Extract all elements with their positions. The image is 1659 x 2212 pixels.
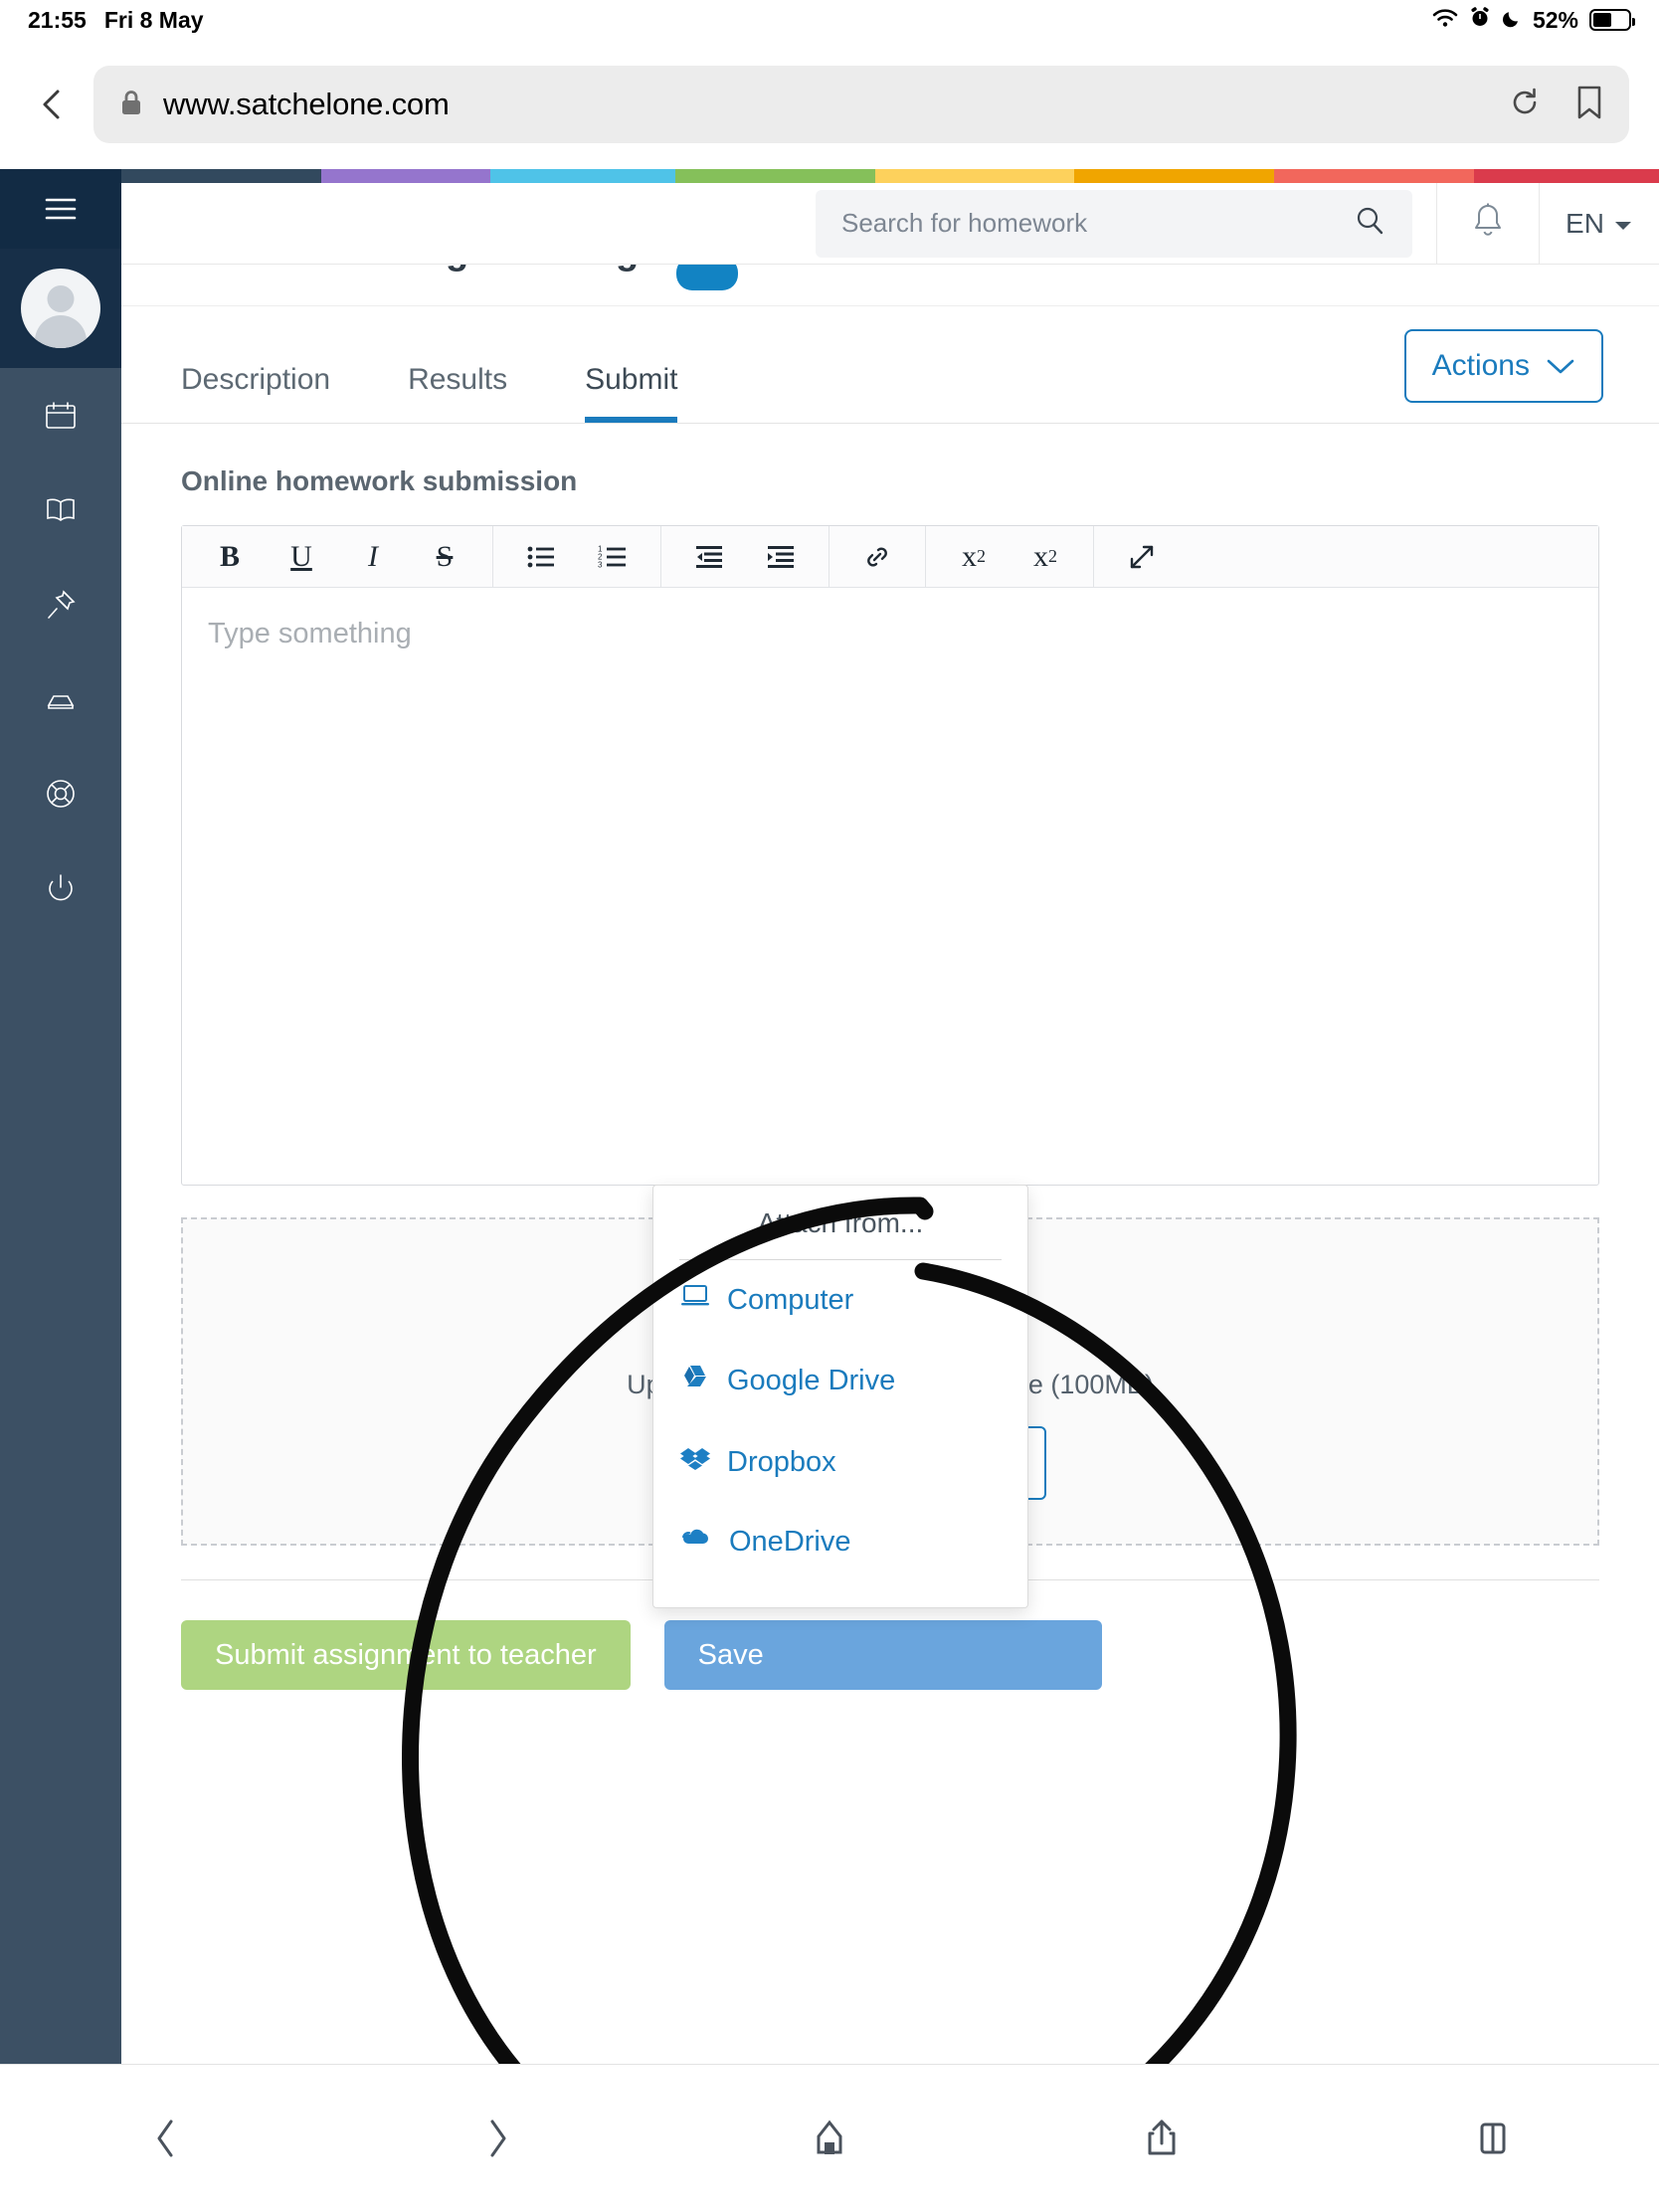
satchel-one-app: Search for homework EN More Shattering C… [0, 169, 1659, 2064]
scrolled-title-row: More Shattering Challenges [121, 265, 1659, 306]
moon-icon [1502, 7, 1522, 34]
toolbar-group-expand [1094, 526, 1190, 587]
avatar [21, 269, 100, 348]
search-icon[interactable] [1353, 204, 1386, 243]
tab-results[interactable]: Results [408, 363, 507, 423]
status-time: 21:55 [28, 6, 87, 33]
status-badge [676, 265, 738, 290]
google-drive-icon [679, 1363, 711, 1398]
bell-icon [1468, 199, 1508, 248]
attach-option-computer[interactable]: Computer [653, 1260, 1027, 1340]
bold-icon[interactable]: B [194, 526, 266, 587]
strikethrough-icon[interactable]: S [409, 526, 480, 587]
attach-option-label: OneDrive [729, 1526, 851, 1558]
browser-forward-button[interactable] [332, 2116, 664, 2161]
bookmark-icon[interactable] [1575, 85, 1603, 125]
ios-status-bar: 21:55 Fri 8 May 52% [0, 0, 1659, 40]
actions-button-label: Actions [1431, 349, 1530, 382]
submit-assignment-button[interactable]: Submit assignment to teacher [181, 1620, 631, 1690]
sidebar-item-logout[interactable] [0, 840, 121, 935]
tab-bar: Description Results Submit Actions [121, 306, 1659, 424]
sidebar-menu-button[interactable] [0, 169, 121, 249]
app-main: Search for homework EN More Shattering C… [121, 169, 1659, 2064]
share-icon[interactable] [996, 2116, 1328, 2161]
url-text: www.satchelone.com [163, 87, 450, 121]
dropbox-icon [679, 1444, 711, 1480]
toolbar-group-indent [661, 526, 830, 587]
battery-icon [1589, 9, 1635, 31]
expand-icon[interactable] [1106, 526, 1178, 587]
browser-bottom-bar [0, 2064, 1659, 2212]
editor-text-area[interactable]: Type something [182, 588, 1598, 1185]
lock-icon [119, 89, 143, 121]
language-selector[interactable]: EN [1540, 183, 1659, 265]
status-date: Fri 8 May [103, 6, 204, 33]
page-title: More Shattering Challenges [181, 265, 681, 274]
sidebar-item-help[interactable] [0, 746, 121, 840]
toolbar-group-lists: 123 [493, 526, 661, 587]
language-label: EN [1566, 207, 1604, 239]
attach-option-label: Dropbox [727, 1445, 836, 1478]
url-actions [1508, 85, 1603, 125]
save-button[interactable]: Save [663, 1620, 1102, 1690]
attach-option-onedrive[interactable]: OneDrive [653, 1503, 1027, 1581]
sidebar-avatar-button[interactable] [0, 249, 121, 368]
tabs-icon[interactable] [1327, 2117, 1659, 2160]
reload-icon[interactable] [1508, 86, 1542, 124]
wifi-icon [1432, 7, 1458, 34]
numbered-list-icon[interactable]: 123 [577, 526, 648, 587]
brand-color-stripe [121, 169, 1659, 183]
onedrive-icon [679, 1526, 713, 1559]
home-icon[interactable] [663, 2117, 996, 2160]
toolbar-group-link [830, 526, 926, 587]
outdent-icon[interactable] [673, 526, 745, 587]
sidebar-item-timetable[interactable] [0, 462, 121, 557]
attach-menu-title: Attach from... [679, 1207, 1002, 1260]
superscript-icon[interactable]: x2 [1010, 526, 1081, 587]
subscript-icon[interactable]: x2 [938, 526, 1010, 587]
chevron-down-icon [1613, 208, 1633, 240]
browser-back-button-bottom[interactable] [0, 2116, 332, 2161]
underline-icon[interactable]: U [266, 526, 337, 587]
editor-placeholder: Type something [208, 618, 412, 649]
tab-description[interactable]: Description [181, 363, 330, 423]
indent-icon[interactable] [745, 526, 817, 587]
italic-icon[interactable]: I [337, 526, 409, 587]
sidebar-item-pinned[interactable] [0, 557, 121, 651]
notifications-button[interactable] [1436, 182, 1540, 265]
toolbar-group-script: x2 x2 [926, 526, 1094, 587]
attach-from-menu: Attach from... Computer Google Drive Dro… [652, 1185, 1028, 1608]
browser-url-bar: www.satchelone.com [0, 40, 1659, 169]
toolbar-group-format: B U I S [182, 526, 493, 587]
address-field[interactable]: www.satchelone.com [93, 66, 1629, 143]
chevron-down-icon [1546, 349, 1575, 383]
bullet-list-icon[interactable] [505, 526, 577, 587]
status-left: 21:55 Fri 8 May [28, 7, 204, 34]
search-placeholder: Search for homework [841, 208, 1088, 238]
browser-back-button[interactable] [30, 82, 76, 127]
attach-option-dropbox[interactable]: Dropbox [653, 1421, 1027, 1503]
battery-percent: 52% [1532, 6, 1578, 33]
tab-submit[interactable]: Submit [585, 363, 678, 423]
sidebar-item-calendar[interactable] [0, 368, 121, 462]
app-topbar: Search for homework EN [121, 182, 1659, 265]
link-icon[interactable] [841, 526, 913, 587]
section-title: Online homework submission [181, 465, 578, 496]
actions-button[interactable]: Actions [1403, 329, 1603, 403]
computer-icon [679, 1283, 711, 1317]
attach-option-google-drive[interactable]: Google Drive [653, 1340, 1027, 1421]
app-sidebar [0, 169, 121, 2064]
attach-option-label: Google Drive [727, 1364, 896, 1396]
status-right: 52% [1432, 6, 1635, 34]
rich-text-editor: B U I S 123 x 2 x 2 Type something [181, 525, 1599, 1186]
search-input[interactable]: Search for homework [816, 189, 1412, 258]
editor-toolbar: B U I S 123 x 2 x 2 [182, 526, 1598, 588]
svg-text:3: 3 [598, 560, 603, 569]
sidebar-item-resources[interactable] [0, 651, 121, 746]
alarm-icon [1469, 6, 1491, 34]
attach-option-label: Computer [727, 1283, 854, 1316]
